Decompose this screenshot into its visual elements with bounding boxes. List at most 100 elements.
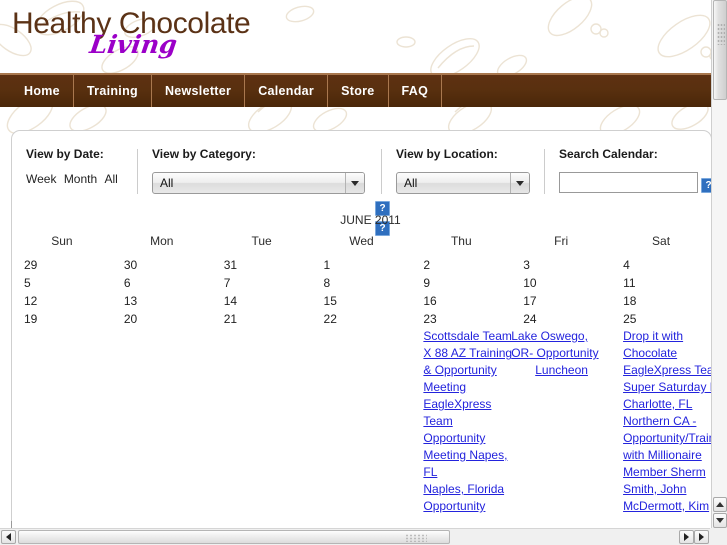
event-link[interactable]: Opportunity xyxy=(423,498,507,515)
scroll-right-button-2[interactable] xyxy=(694,530,709,544)
event-link[interactable]: Member Sherm xyxy=(623,464,707,481)
event-link[interactable]: FL xyxy=(423,464,507,481)
calendar-day-cell[interactable]: 25 xyxy=(611,310,711,328)
calendar-events-cell-sun xyxy=(12,328,112,515)
event-link[interactable]: Chocolate xyxy=(623,345,707,362)
horizontal-scrollbar-thumb[interactable] xyxy=(18,530,450,544)
event-list-sat: Drop it with Chocolate EagleXpress Tea S… xyxy=(623,328,711,515)
calendar-day-cell[interactable]: 23 xyxy=(411,310,511,328)
calendar-day-cell[interactable]: 8 xyxy=(312,274,412,292)
calendar-day-cell[interactable]: 13 xyxy=(112,292,212,310)
event-link[interactable]: Charlotte, FL xyxy=(623,396,707,413)
list-item: Opportunity xyxy=(423,430,507,447)
calendar-day-cell[interactable]: 30 xyxy=(112,256,212,274)
view-by-date-label: View by Date: xyxy=(26,147,104,161)
site-header: Healthy Chocolate Living xyxy=(0,0,712,73)
calendar-day-cell[interactable]: 4 xyxy=(611,256,711,274)
calendar-day-cell[interactable]: 22 xyxy=(312,310,412,328)
scroll-left-button[interactable] xyxy=(1,530,16,544)
event-link[interactable]: Drop it with xyxy=(623,328,707,345)
calendar-day-cell[interactable]: 20 xyxy=(112,310,212,328)
event-link[interactable]: McDermott, Kim xyxy=(623,498,709,515)
horizontal-scrollbar[interactable] xyxy=(0,528,727,545)
date-link-all[interactable]: All xyxy=(105,172,118,186)
calendar-week-row: 29 30 31 1 2 3 4 xyxy=(12,256,711,274)
event-link[interactable]: OR- Opportunity xyxy=(511,345,607,362)
event-link[interactable]: Team xyxy=(423,413,507,430)
event-link[interactable]: & Opportunity xyxy=(423,362,507,379)
calendar-events-row: Scottsdale Team X 88 AZ Training & Oppor… xyxy=(12,328,711,515)
date-link-month[interactable]: Month xyxy=(64,172,97,186)
calendar-day-cell[interactable]: 9 xyxy=(411,274,511,292)
date-range-links: Week Month All xyxy=(26,172,126,186)
event-link[interactable]: Opportunity xyxy=(423,430,507,447)
weekday-thu: Thu xyxy=(450,234,472,248)
event-link[interactable]: Lake Oswego, xyxy=(511,328,607,345)
event-link[interactable]: EagleXpress Tea xyxy=(623,362,711,379)
calendar-day-cell[interactable]: 18 xyxy=(611,292,711,310)
calendar-day-cell[interactable]: 16 xyxy=(411,292,511,310)
calendar-week-row: 19 20 21 22 23 24 25 xyxy=(12,310,711,328)
weekday-sun: Sun xyxy=(51,234,73,248)
calendar-day-cell[interactable]: 5 xyxy=(12,274,112,292)
calendar-day-cell[interactable]: 10 xyxy=(511,274,611,292)
nav-item-training[interactable]: Training xyxy=(74,75,152,107)
calendar-day-cell[interactable]: 6 xyxy=(112,274,212,292)
list-item: Opportunity/Train xyxy=(623,430,711,447)
event-link[interactable]: Luncheon xyxy=(535,362,607,379)
event-link[interactable]: Meeting Napes, xyxy=(423,447,507,464)
event-link[interactable]: Meeting xyxy=(423,379,507,396)
calendar-day-cell[interactable]: 3 xyxy=(511,256,611,274)
scroll-down-button[interactable] xyxy=(713,513,727,528)
nav-item-store[interactable]: Store xyxy=(328,75,389,107)
event-link[interactable]: with Millionaire xyxy=(623,447,707,464)
calendar-day-cell[interactable]: 15 xyxy=(312,292,412,310)
nav-item-home[interactable]: Home xyxy=(11,75,74,107)
view-by-category-label: View by Category: xyxy=(152,147,256,161)
list-item: Smith, John xyxy=(623,481,707,498)
calendar-day-cell[interactable]: 7 xyxy=(212,274,312,292)
calendar-day-cell[interactable]: 1 xyxy=(312,256,412,274)
event-link[interactable]: Super Saturday F xyxy=(623,379,711,396)
scroll-up-button[interactable] xyxy=(713,497,727,512)
calendar-day-cell[interactable]: 2 xyxy=(411,256,511,274)
scroll-right-button-1[interactable] xyxy=(679,530,694,544)
calendar-day-cell[interactable]: 24 xyxy=(511,310,611,328)
event-link[interactable]: Naples, Florida xyxy=(423,481,507,498)
calendar-day-cell[interactable]: 19 xyxy=(12,310,112,328)
location-select-wrap: All xyxy=(396,172,530,194)
date-link-week[interactable]: Week xyxy=(26,172,56,186)
site-logo[interactable]: Healthy Chocolate Living xyxy=(12,8,312,66)
weekday-wed: Wed xyxy=(349,234,374,248)
list-item: Charlotte, FL xyxy=(623,396,707,413)
calendar-month-title: JUNE 2011 xyxy=(340,213,401,227)
calendar-day-cell[interactable]: 14 xyxy=(212,292,312,310)
event-link[interactable]: X 88 AZ Training xyxy=(423,345,512,362)
calendar-day-cell[interactable]: 12 xyxy=(12,292,112,310)
calendar-day-cell[interactable]: 11 xyxy=(611,274,711,292)
calendar-day-cell[interactable]: 21 xyxy=(212,310,312,328)
nav-left-spacer xyxy=(0,75,11,107)
event-link[interactable]: Smith, John xyxy=(623,481,707,498)
calendar-day-cell[interactable]: 29 xyxy=(12,256,112,274)
filter-group-location: View by Location: All xyxy=(382,147,545,194)
vertical-scrollbar[interactable] xyxy=(711,0,727,529)
nav-item-newsletter[interactable]: Newsletter xyxy=(152,75,246,107)
scrollbar-grip-icon xyxy=(717,23,725,45)
search-calendar-input[interactable] xyxy=(559,172,698,193)
list-item: Opportunity xyxy=(423,498,507,515)
list-item: Luncheon xyxy=(511,362,607,379)
nav-item-calendar[interactable]: Calendar xyxy=(245,75,329,107)
calendar-filter-bar: View by Date: Week Month All View by Cat… xyxy=(12,131,711,236)
event-link[interactable]: Scottsdale Team xyxy=(423,328,512,345)
category-select[interactable]: All xyxy=(152,172,365,194)
calendar-day-cell[interactable]: 31 xyxy=(212,256,312,274)
location-select[interactable]: All xyxy=(396,172,530,194)
vertical-scrollbar-thumb[interactable] xyxy=(713,0,727,100)
event-link[interactable]: Northern CA - xyxy=(623,413,707,430)
event-link[interactable]: EagleXpress xyxy=(423,396,507,413)
nav-item-faq[interactable]: FAQ xyxy=(389,75,443,107)
weekday-sat: Sat xyxy=(652,234,671,248)
calendar-day-cell[interactable]: 17 xyxy=(511,292,611,310)
event-link[interactable]: Opportunity/Train xyxy=(623,430,711,447)
